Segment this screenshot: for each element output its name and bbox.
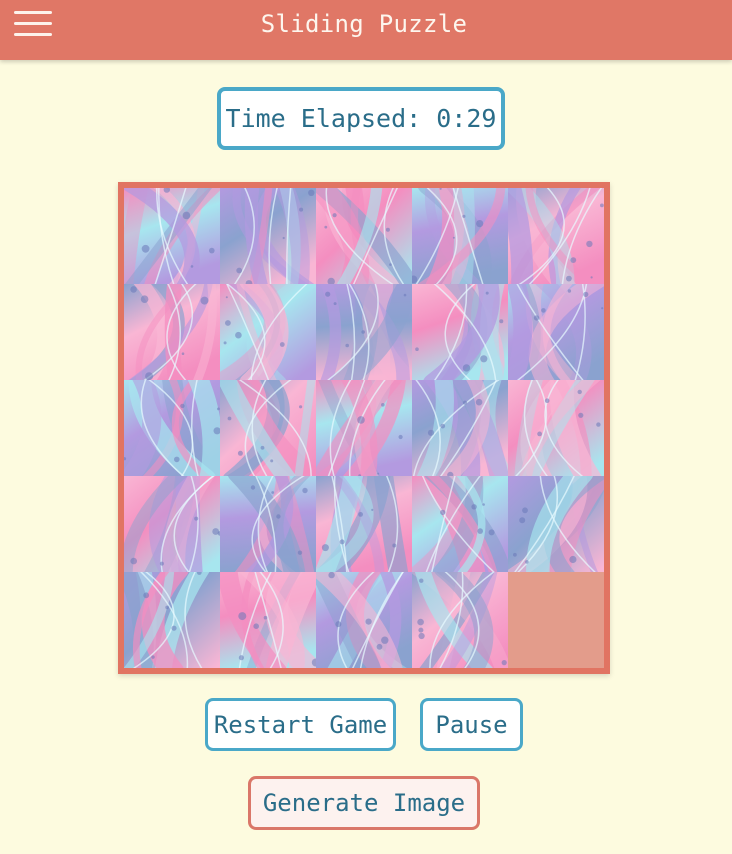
marble-image-fragment bbox=[124, 476, 220, 572]
app-title: Sliding Puzzle bbox=[260, 10, 468, 38]
marble-image-fragment bbox=[124, 284, 220, 380]
marble-image-fragment bbox=[316, 188, 412, 284]
marble-image-fragment bbox=[412, 188, 508, 284]
time-elapsed-display: Time Elapsed: 0:29 bbox=[217, 87, 505, 150]
marble-image-fragment bbox=[220, 572, 316, 668]
puzzle-tile[interactable] bbox=[316, 476, 412, 572]
puzzle-tile[interactable] bbox=[316, 188, 412, 284]
puzzle-tile[interactable] bbox=[316, 284, 412, 380]
puzzle-tile[interactable] bbox=[220, 380, 316, 476]
puzzle-tile[interactable] bbox=[508, 380, 604, 476]
puzzle-tile[interactable] bbox=[124, 380, 220, 476]
puzzle-tile[interactable] bbox=[124, 572, 220, 668]
puzzle-tile[interactable] bbox=[412, 284, 508, 380]
pause-button[interactable]: Pause bbox=[420, 698, 523, 751]
puzzle-tile[interactable] bbox=[220, 572, 316, 668]
marble-image-fragment bbox=[412, 476, 508, 572]
puzzle-tile[interactable] bbox=[124, 476, 220, 572]
marble-image-fragment bbox=[220, 380, 316, 476]
puzzle-tile[interactable] bbox=[124, 188, 220, 284]
marble-image-fragment bbox=[508, 476, 604, 572]
generate-image-button[interactable]: Generate Image bbox=[248, 776, 480, 830]
puzzle-tile[interactable] bbox=[220, 188, 316, 284]
marble-image-fragment bbox=[124, 188, 220, 284]
marble-image-fragment bbox=[220, 188, 316, 284]
puzzle-tile[interactable] bbox=[316, 380, 412, 476]
puzzle-tile[interactable] bbox=[124, 284, 220, 380]
marble-image-fragment bbox=[124, 572, 220, 668]
marble-image-fragment bbox=[412, 572, 508, 668]
restart-game-button[interactable]: Restart Game bbox=[205, 698, 396, 751]
puzzle-tile[interactable] bbox=[412, 572, 508, 668]
puzzle-tile[interactable] bbox=[412, 476, 508, 572]
marble-image-fragment bbox=[220, 476, 316, 572]
puzzle-tile[interactable] bbox=[508, 284, 604, 380]
puzzle-tile[interactable] bbox=[412, 188, 508, 284]
puzzle-tile[interactable] bbox=[220, 476, 316, 572]
marble-image-fragment bbox=[508, 380, 604, 476]
empty-slot bbox=[508, 572, 604, 668]
marble-image-fragment bbox=[412, 380, 508, 476]
top-app-bar: Sliding Puzzle bbox=[0, 0, 732, 60]
puzzle-tile[interactable] bbox=[412, 380, 508, 476]
puzzle-tile[interactable] bbox=[508, 188, 604, 284]
marble-image-fragment bbox=[508, 284, 604, 380]
marble-image-fragment bbox=[316, 572, 412, 668]
puzzle-tile[interactable] bbox=[220, 284, 316, 380]
puzzle-board bbox=[118, 182, 610, 674]
marble-image-fragment bbox=[508, 188, 604, 284]
marble-image-fragment bbox=[316, 284, 412, 380]
puzzle-tile[interactable] bbox=[508, 476, 604, 572]
marble-image-fragment bbox=[412, 284, 508, 380]
marble-image-fragment bbox=[220, 284, 316, 380]
marble-image-fragment bbox=[124, 380, 220, 476]
marble-image-fragment bbox=[316, 380, 412, 476]
marble-image-fragment bbox=[316, 476, 412, 572]
puzzle-tile[interactable] bbox=[316, 572, 412, 668]
